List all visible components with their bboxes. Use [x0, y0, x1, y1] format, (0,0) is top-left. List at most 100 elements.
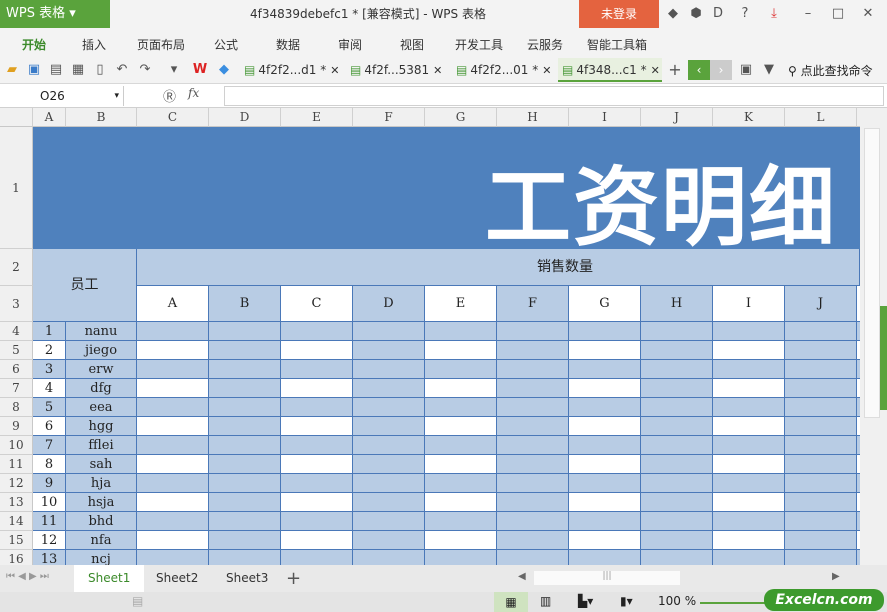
screen-icon[interactable]: ▣ — [738, 62, 754, 78]
data-cell[interactable] — [353, 379, 425, 398]
menu-5[interactable]: 数据 — [276, 36, 300, 53]
data-cell[interactable] — [713, 474, 785, 493]
scroll-right-icon[interactable]: ▶ — [832, 571, 840, 582]
data-cell[interactable] — [713, 512, 785, 531]
zoom-formula-icon[interactable]: Ⓡ — [163, 86, 176, 105]
data-cell[interactable] — [425, 493, 497, 512]
data-cell[interactable] — [713, 322, 785, 341]
data-cell[interactable] — [137, 512, 209, 531]
data-cell[interactable] — [353, 398, 425, 417]
data-cell[interactable] — [425, 474, 497, 493]
data-cell[interactable] — [785, 474, 857, 493]
data-cell[interactable] — [569, 474, 641, 493]
data-cell[interactable] — [641, 322, 713, 341]
pin-icon[interactable]: ▼ — [761, 62, 777, 78]
close-tab-icon[interactable]: ✕ — [651, 64, 660, 77]
data-cell[interactable] — [281, 493, 353, 512]
sub-header[interactable]: B — [209, 286, 281, 322]
h-scroll-thumb[interactable]: ||| — [534, 571, 680, 585]
menu-9[interactable]: 云服务 — [527, 36, 563, 53]
data-cell[interactable] — [209, 550, 281, 565]
scroll-left-icon[interactable]: ◀ — [518, 571, 526, 582]
data-cell[interactable] — [785, 550, 857, 565]
data-cell[interactable] — [641, 341, 713, 360]
data-cell[interactable] — [497, 550, 569, 565]
column-header[interactable]: E — [281, 108, 353, 127]
row-index-cell[interactable]: 1 — [33, 322, 66, 341]
next-tab-button[interactable]: › — [710, 60, 732, 80]
data-cell[interactable] — [209, 531, 281, 550]
data-cell[interactable] — [209, 455, 281, 474]
horizontal-scrollbar[interactable]: ◀ ||| ▶ — [512, 569, 852, 587]
doc-tab[interactable]: ▤ 4f2f2...d1 * ✕ — [240, 58, 344, 82]
data-cell[interactable] — [569, 398, 641, 417]
data-cell[interactable] — [281, 512, 353, 531]
data-cell[interactable] — [569, 493, 641, 512]
data-cell[interactable] — [785, 322, 857, 341]
row-index-cell[interactable]: 10 — [33, 493, 66, 512]
employee-name-cell[interactable]: sah — [66, 455, 137, 474]
data-cell[interactable] — [641, 455, 713, 474]
data-cell[interactable] — [137, 474, 209, 493]
row-index-cell[interactable]: 8 — [33, 455, 66, 474]
row-header[interactable]: 13 — [0, 493, 33, 512]
data-cell[interactable] — [353, 341, 425, 360]
minimize-icon[interactable]: – — [800, 6, 816, 22]
data-cell[interactable] — [137, 398, 209, 417]
data-cell[interactable] — [353, 436, 425, 455]
data-cell[interactable] — [137, 322, 209, 341]
data-cell[interactable] — [641, 493, 713, 512]
data-cell[interactable] — [569, 512, 641, 531]
sub-header[interactable]: I — [713, 286, 785, 322]
command-search[interactable]: ⚲ 点此查找命令 — [788, 62, 873, 79]
close-icon[interactable]: ✕ — [860, 6, 876, 22]
row-index-cell[interactable]: 2 — [33, 341, 66, 360]
data-cell[interactable] — [569, 379, 641, 398]
sub-header[interactable]: F — [497, 286, 569, 322]
menu-4[interactable]: 公式 — [214, 36, 238, 53]
data-cell[interactable] — [353, 474, 425, 493]
data-cell[interactable] — [785, 493, 857, 512]
menu-3[interactable]: 页面布局 — [137, 36, 185, 53]
data-cell[interactable] — [353, 417, 425, 436]
employee-name-cell[interactable]: hsja — [66, 493, 137, 512]
data-cell[interactable] — [281, 531, 353, 550]
maximize-icon[interactable]: □ — [830, 6, 846, 22]
data-cell[interactable] — [641, 550, 713, 565]
data-cell[interactable] — [497, 512, 569, 531]
data-cell[interactable] — [425, 398, 497, 417]
row-index-cell[interactable]: 4 — [33, 379, 66, 398]
normal-view-icon[interactable]: ▦ — [494, 592, 528, 612]
close-tab-icon[interactable]: ✕ — [330, 64, 339, 77]
close-tab-icon[interactable]: ✕ — [542, 64, 551, 77]
eye-protect-icon[interactable]: ▮▾ — [620, 594, 633, 608]
employee-name-cell[interactable]: fflei — [66, 436, 137, 455]
zoom-slider[interactable] — [700, 602, 770, 604]
doc-tab[interactable]: ▤ 4f2f2...01 * ✕ — [452, 58, 556, 82]
row-header[interactable]: 9 — [0, 417, 33, 436]
employee-name-cell[interactable]: eea — [66, 398, 137, 417]
download-icon[interactable]: ⤓ — [766, 6, 782, 22]
data-cell[interactable] — [713, 341, 785, 360]
column-header[interactable]: C — [137, 108, 209, 127]
data-cell[interactable] — [785, 417, 857, 436]
data-cell[interactable] — [425, 322, 497, 341]
help-icon[interactable]: ? — [737, 6, 753, 22]
data-cell[interactable] — [137, 455, 209, 474]
data-cell[interactable] — [497, 341, 569, 360]
data-cell[interactable] — [353, 531, 425, 550]
data-cell[interactable] — [641, 379, 713, 398]
data-cell[interactable] — [641, 398, 713, 417]
doc-tab[interactable]: ▤ 4f2f...5381 ✕ — [346, 58, 450, 82]
menu-7[interactable]: 视图 — [400, 36, 424, 53]
data-cell[interactable] — [641, 474, 713, 493]
data-cell[interactable] — [137, 417, 209, 436]
redo-icon[interactable]: ↷ — [137, 62, 153, 78]
data-cell[interactable] — [785, 360, 857, 379]
close-tab-icon[interactable]: ✕ — [433, 64, 442, 77]
data-cell[interactable] — [713, 360, 785, 379]
employee-name-cell[interactable]: hja — [66, 474, 137, 493]
data-cell[interactable] — [281, 474, 353, 493]
macro-icon[interactable]: ▤ — [132, 594, 143, 608]
print-preview-icon[interactable]: ▯ — [92, 62, 108, 78]
